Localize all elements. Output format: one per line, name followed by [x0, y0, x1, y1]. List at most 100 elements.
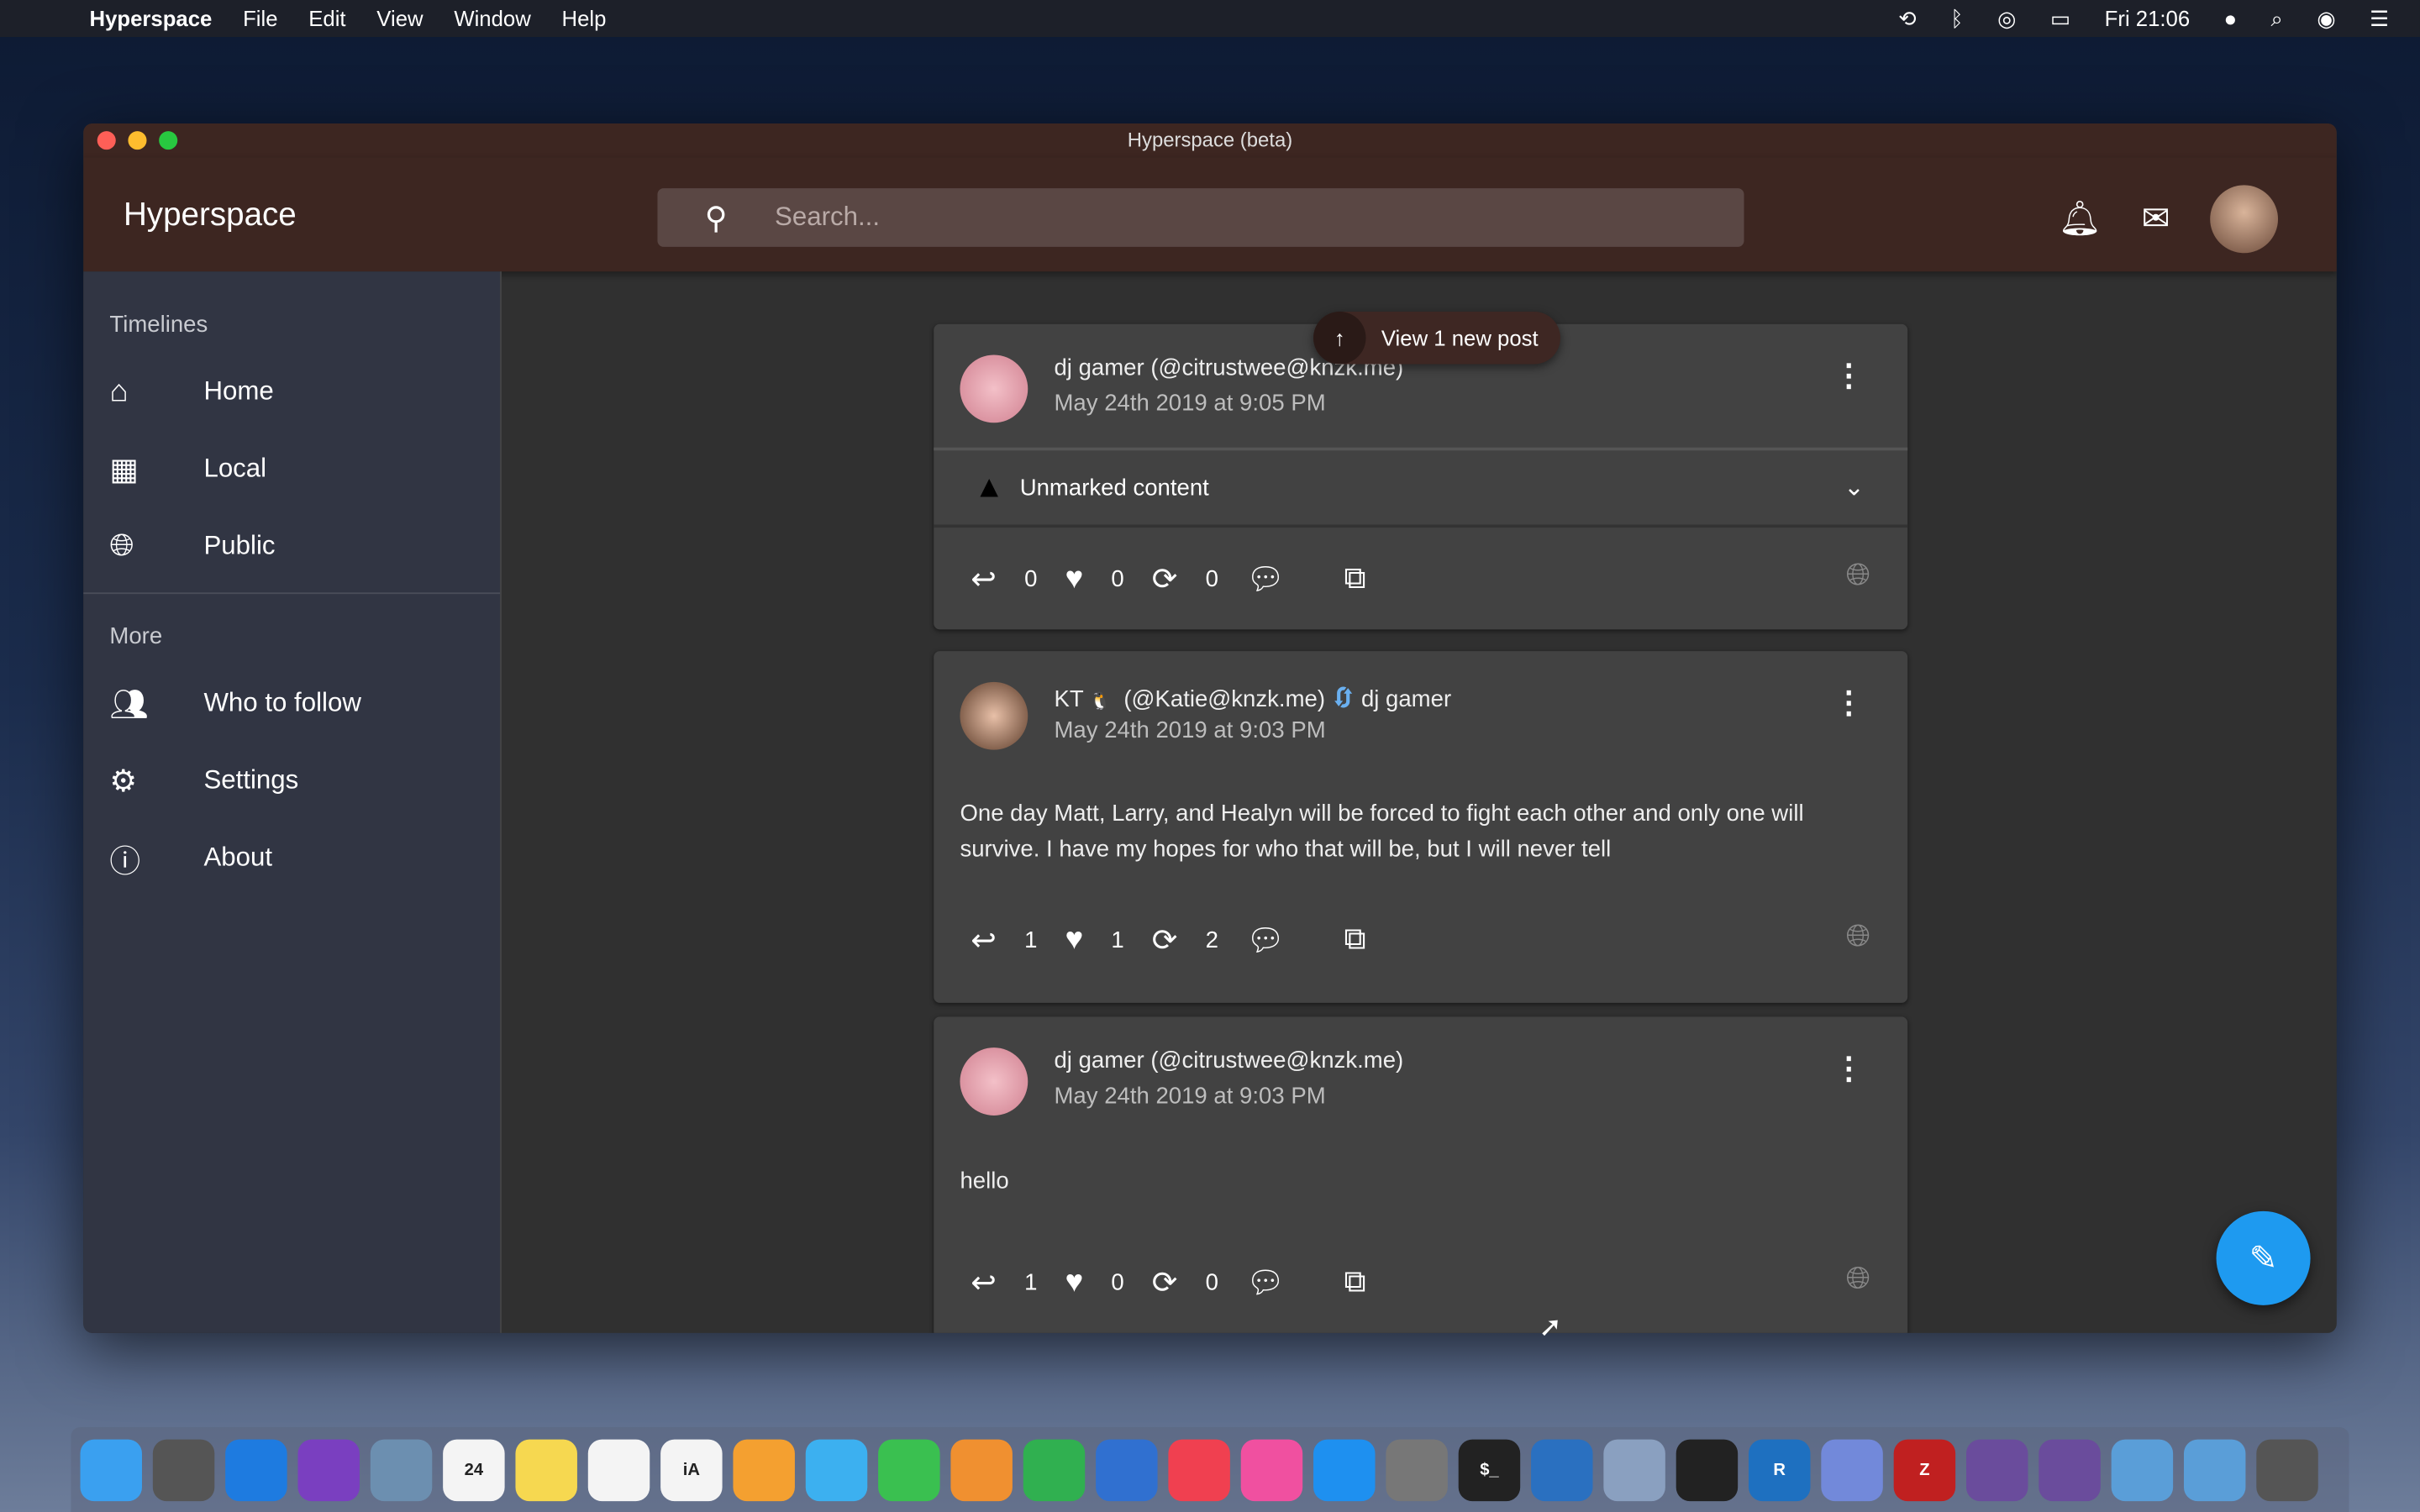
- dock-discord[interactable]: [1821, 1438, 1883, 1501]
- dock-mail[interactable]: [370, 1438, 433, 1501]
- avatar[interactable]: [2210, 185, 2279, 254]
- dock-hyperspace[interactable]: [1965, 1438, 2028, 1501]
- dock-rider[interactable]: R: [1749, 1438, 1811, 1501]
- post-text: hello: [960, 1168, 1009, 1194]
- dock-reminders[interactable]: [587, 1438, 650, 1501]
- dock-preview[interactable]: [1603, 1438, 1665, 1501]
- boost-icon[interactable]: ⟳: [1152, 921, 1178, 959]
- dock-terminal[interactable]: $_: [1458, 1438, 1521, 1501]
- search-input[interactable]: [775, 202, 1702, 234]
- sidebar-item-about[interactable]: ⓘ About: [83, 819, 500, 896]
- heart-icon[interactable]: ♥: [1065, 921, 1084, 957]
- menu-bar: Hyperspace File Edit View Window Help ⟲ …: [0, 0, 2420, 38]
- dock-safari[interactable]: [225, 1438, 287, 1501]
- compose-button[interactable]: ✎: [2216, 1210, 2311, 1305]
- wifi-icon[interactable]: ◎: [1997, 5, 2016, 31]
- siri-icon[interactable]: ◉: [2317, 5, 2335, 31]
- mouse-cursor-icon: ➚: [1539, 1311, 1562, 1342]
- dock-facetime[interactable]: [878, 1438, 940, 1501]
- zoom-button[interactable]: [159, 131, 178, 150]
- minimize-button[interactable]: [128, 131, 147, 150]
- pencil-icon: ✎: [2249, 1238, 2278, 1278]
- dock-photos[interactable]: [733, 1438, 795, 1501]
- heart-icon[interactable]: ♥: [1065, 561, 1084, 596]
- close-button[interactable]: [97, 131, 116, 150]
- favorite-count: 0: [1111, 565, 1124, 592]
- dock-xcode[interactable]: [1531, 1438, 1593, 1501]
- dock-hyperspace[interactable]: [2039, 1438, 2101, 1501]
- dock-calendar[interactable]: 24: [443, 1438, 505, 1501]
- dock-downloads[interactable]: [2111, 1438, 2174, 1501]
- post-author[interactable]: KT 🐧 (@Katie@knzk.me) 🔄︎ dj gamer: [1054, 682, 1451, 716]
- sidebar-item-settings[interactable]: ⚙ Settings: [83, 742, 500, 819]
- dock-news[interactable]: [1168, 1438, 1230, 1501]
- thread-icon[interactable]: 💬︎: [1246, 921, 1286, 959]
- menu-help[interactable]: Help: [562, 6, 607, 30]
- avatar[interactable]: [960, 354, 1028, 423]
- reply-icon[interactable]: ↩: [971, 559, 997, 598]
- dock-finder[interactable]: [80, 1438, 142, 1501]
- app-window: Hyperspace (beta) Hyperspace ⚲ 🔔︎ ✉ Time…: [83, 123, 2337, 1333]
- dock-system-preferences[interactable]: [1386, 1438, 1448, 1501]
- dot-icon[interactable]: ●: [2224, 6, 2238, 30]
- dock-messages[interactable]: [805, 1438, 868, 1501]
- dock-music[interactable]: [1240, 1438, 1303, 1501]
- spotlight-icon[interactable]: ⌕: [2271, 5, 2283, 31]
- boost-icon[interactable]: ⟳: [1152, 1263, 1178, 1301]
- dock-app-store[interactable]: [1313, 1438, 1376, 1501]
- reply-icon[interactable]: ↩: [971, 921, 997, 959]
- reply-count: 1: [1024, 1268, 1038, 1295]
- mail-icon[interactable]: ✉: [2142, 199, 2170, 239]
- avatar[interactable]: [960, 681, 1028, 750]
- boost-icon[interactable]: ⟳: [1152, 559, 1178, 598]
- battery-icon[interactable]: ▭: [2050, 5, 2070, 31]
- sidebar-item-local[interactable]: ▦ Local: [83, 430, 500, 507]
- time-machine-icon[interactable]: ⟲: [1898, 5, 1917, 31]
- sidebar-item-label: Settings: [203, 765, 299, 795]
- dock-quicktime[interactable]: [1676, 1438, 1739, 1501]
- boost-icon: 🔄︎: [1331, 686, 1355, 713]
- bell-icon[interactable]: 🔔︎: [2059, 199, 2102, 239]
- avatar[interactable]: [960, 1047, 1028, 1116]
- dock-folder[interactable]: [2183, 1438, 2246, 1501]
- more-vert-icon[interactable]: ⋮: [1833, 1053, 1865, 1084]
- menu-app[interactable]: Hyperspace: [90, 6, 213, 30]
- favorite-count: 0: [1111, 1268, 1124, 1295]
- brand[interactable]: Hyperspace: [124, 197, 297, 234]
- dock-notes[interactable]: [515, 1438, 577, 1501]
- sidebar-item-home[interactable]: ⌂ Home: [83, 354, 500, 431]
- menu-file[interactable]: File: [243, 6, 277, 30]
- dock-numbers[interactable]: [1023, 1438, 1086, 1501]
- clock[interactable]: Fri 21:06: [2105, 6, 2190, 30]
- open-external-icon[interactable]: ⧉: [1344, 1264, 1365, 1299]
- bluetooth-icon[interactable]: ᛒ: [1950, 6, 1963, 30]
- sidebar-item-who-to-follow[interactable]: 👥︎ Who to follow: [83, 665, 500, 743]
- more-vert-icon[interactable]: ⋮: [1833, 688, 1865, 719]
- menu-edit[interactable]: Edit: [308, 6, 345, 30]
- content-warning-toggle[interactable]: ▲ Unmarked content ⌄: [934, 447, 1908, 528]
- thread-icon[interactable]: 💬︎: [1246, 1263, 1286, 1301]
- dock-launchpad[interactable]: [152, 1438, 215, 1501]
- dock-keynote[interactable]: [1096, 1438, 1158, 1501]
- thread-icon[interactable]: 💬︎: [1246, 559, 1286, 598]
- menu-window[interactable]: Window: [454, 6, 530, 30]
- dock-ia-writer[interactable]: iA: [660, 1438, 723, 1501]
- notification-center-icon[interactable]: ☰: [2370, 5, 2389, 31]
- new-post-label: View 1 new post: [1381, 325, 1539, 350]
- sidebar-item-public[interactable]: 🌐︎ Public: [83, 507, 500, 585]
- reply-icon[interactable]: ↩: [971, 1263, 997, 1301]
- dock-safari-tp[interactable]: [297, 1438, 360, 1501]
- menu-view[interactable]: View: [376, 6, 423, 30]
- post-author[interactable]: dj gamer (@citrustwee@knzk.me): [1054, 1047, 1403, 1074]
- dock-trash[interactable]: [2256, 1438, 2318, 1501]
- view-new-post-button[interactable]: ↑ View 1 new post: [1313, 312, 1560, 365]
- more-vert-icon[interactable]: ⋮: [1833, 361, 1865, 392]
- dock-pages[interactable]: [950, 1438, 1013, 1501]
- open-external-icon[interactable]: ⧉: [1344, 561, 1365, 596]
- dock-zotero[interactable]: Z: [1893, 1438, 1956, 1501]
- boost-count: 0: [1205, 1268, 1218, 1295]
- chevron-down-icon[interactable]: ⌄: [1844, 472, 1865, 503]
- open-external-icon[interactable]: ⧉: [1344, 921, 1365, 957]
- search-icon: ⚲: [704, 201, 728, 236]
- heart-icon[interactable]: ♥: [1065, 1264, 1084, 1299]
